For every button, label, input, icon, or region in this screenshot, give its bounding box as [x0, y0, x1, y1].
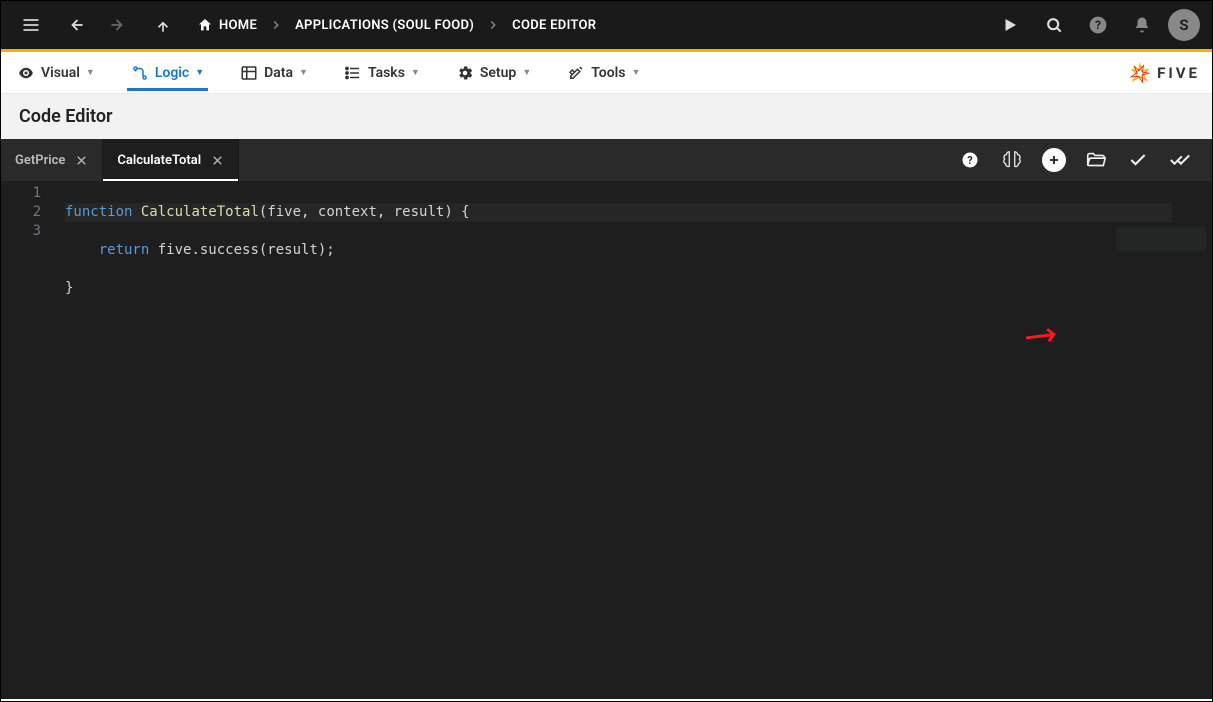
line-number: 1: [1, 184, 41, 203]
svg-text:?: ?: [967, 154, 972, 167]
chevron-right-icon: [269, 18, 283, 32]
menu-tools[interactable]: Tools ▼: [563, 56, 644, 90]
bell-icon[interactable]: [1124, 7, 1160, 43]
breadcrumb: HOME APPLICATIONS (SOUL FOOD) CODE EDITO…: [197, 17, 596, 33]
line-number: 3: [1, 222, 41, 241]
menu-visual[interactable]: Visual ▼: [13, 56, 99, 90]
play-icon[interactable]: [992, 7, 1028, 43]
tab-label: GetPrice: [15, 153, 65, 168]
code-area[interactable]: 1 2 3 function CalculateTotal(five, cont…: [1, 181, 1212, 699]
avatar[interactable]: S: [1168, 9, 1200, 41]
menu-tasks-label: Tasks: [368, 65, 405, 81]
close-icon[interactable]: [211, 154, 224, 167]
menubar: Visual ▼ Logic ▼ Data ▼ Tasks ▼ Setup ▼ …: [1, 52, 1212, 94]
menu-logic[interactable]: Logic ▼: [127, 56, 208, 90]
line-gutter: 1 2 3: [1, 181, 53, 699]
brain-icon[interactable]: [998, 146, 1026, 174]
chevron-right-icon: [486, 18, 500, 32]
folder-open-icon[interactable]: [1082, 146, 1110, 174]
search-icon[interactable]: [1036, 7, 1072, 43]
tab-label: CalculateTotal: [117, 153, 201, 168]
topbar-right: ? S: [992, 7, 1200, 43]
code-line: return five.success(result);: [65, 241, 1212, 260]
breadcrumb-home[interactable]: HOME: [219, 18, 257, 33]
dropdown-icon: ▼: [299, 67, 308, 78]
up-icon[interactable]: [145, 7, 181, 43]
menu-visual-label: Visual: [41, 65, 80, 81]
dropdown-icon: ▼: [411, 67, 420, 78]
double-check-icon[interactable]: [1166, 146, 1194, 174]
brand-text: FIVE: [1157, 64, 1200, 82]
svg-text:?: ?: [1095, 18, 1101, 32]
minimap[interactable]: [1116, 227, 1206, 251]
dropdown-icon: ▼: [195, 67, 204, 78]
topbar-left: HOME APPLICATIONS (SOUL FOOD) CODE EDITO…: [13, 7, 596, 43]
page-title: Code Editor: [1, 94, 1212, 139]
code-line: function CalculateTotal(five, context, r…: [65, 203, 1172, 222]
tab-calculatetotal[interactable]: CalculateTotal: [103, 139, 239, 181]
code-line: }: [65, 279, 1212, 298]
home-icon: [197, 17, 213, 33]
topbar: HOME APPLICATIONS (SOUL FOOD) CODE EDITO…: [1, 1, 1212, 49]
dropdown-icon: ▼: [86, 67, 95, 78]
line-number: 2: [1, 203, 41, 222]
add-button[interactable]: [1040, 146, 1068, 174]
help-icon[interactable]: ?: [956, 146, 984, 174]
dropdown-icon: ▼: [522, 67, 531, 78]
five-logo-icon: [1129, 62, 1151, 84]
breadcrumb-applications[interactable]: APPLICATIONS (SOUL FOOD): [295, 18, 474, 33]
editor-wrap: GetPrice CalculateTotal ?: [1, 139, 1212, 699]
check-icon[interactable]: [1124, 146, 1152, 174]
menu-tools-label: Tools: [591, 65, 625, 81]
code-content[interactable]: function CalculateTotal(five, context, r…: [53, 181, 1212, 699]
menu-data-label: Data: [264, 65, 293, 81]
menu-logic-label: Logic: [155, 65, 189, 81]
help-icon[interactable]: ?: [1080, 7, 1116, 43]
close-icon[interactable]: [75, 154, 88, 167]
menu-setup[interactable]: Setup ▼: [452, 56, 535, 90]
tab-getprice[interactable]: GetPrice: [1, 139, 103, 181]
dropdown-icon: ▼: [631, 67, 640, 78]
back-icon[interactable]: [57, 7, 93, 43]
menu-tasks[interactable]: Tasks ▼: [340, 56, 424, 90]
menu-icon[interactable]: [13, 7, 49, 43]
menu-data[interactable]: Data ▼: [236, 56, 312, 90]
forward-icon: [101, 7, 137, 43]
breadcrumb-current: CODE EDITOR: [512, 18, 596, 33]
menu-setup-label: Setup: [480, 65, 516, 81]
tab-actions: ?: [938, 139, 1212, 181]
tab-bar: GetPrice CalculateTotal ?: [1, 139, 1212, 181]
brand-logo: FIVE: [1129, 62, 1200, 84]
